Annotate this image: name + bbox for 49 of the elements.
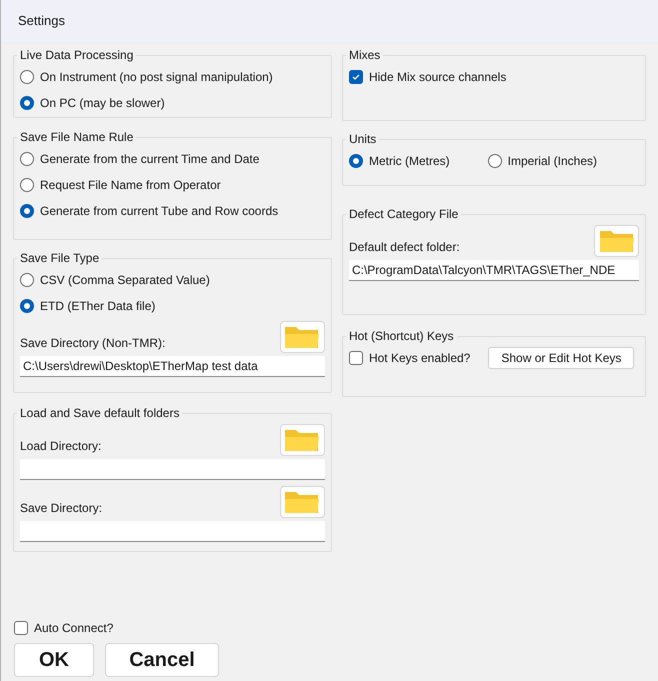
group-title: Hot (Shortcut) Keys [348, 328, 455, 345]
radio-label: On Instrument (no post signal manipulation) [40, 69, 273, 86]
radio-button[interactable] [488, 154, 502, 168]
radio-button[interactable] [20, 299, 34, 313]
field-label: Load Directory: [20, 438, 102, 455]
radio-button[interactable] [20, 204, 34, 218]
group-title: Live Data Processing [19, 47, 134, 64]
hot-keys-button[interactable]: Show or Edit Hot Keys [488, 347, 634, 369]
folder-icon [284, 490, 320, 514]
checkbox[interactable] [348, 70, 363, 84]
checkbox-label: Hot Keys enabled? [368, 350, 470, 367]
path-field[interactable] [20, 459, 325, 480]
field-label: Save Directory: [20, 500, 102, 517]
field-label: Save Directory (Non-TMR): [20, 335, 166, 352]
folder-icon [284, 428, 320, 452]
window-title: Settings [18, 12, 65, 30]
group-title: Mixes [348, 47, 382, 64]
radio-label: CSV (Comma Separated Value) [40, 272, 210, 289]
radio-label: ETD (ETher Data file) [40, 298, 156, 315]
radio-button[interactable] [20, 152, 34, 166]
folder-icon [598, 229, 634, 253]
path-field[interactable]: C:\Users\drewi\Desktop\ETherMap test data [20, 356, 325, 377]
path-field[interactable] [20, 521, 325, 542]
radio-label: Request File Name from Operator [40, 177, 221, 194]
checkbox[interactable] [348, 351, 363, 365]
dialog-button[interactable]: Cancel [105, 643, 219, 677]
radio-label: Imperial (Inches) [508, 153, 597, 170]
radio-label: On PC (may be slower) [40, 95, 165, 112]
group-title: Save File Type [19, 250, 100, 267]
group-title: Units [348, 131, 378, 148]
radio-button[interactable] [348, 154, 363, 168]
field-label: Default defect folder: [348, 239, 460, 256]
radio-label: Generate from current Tube and Row coords [40, 203, 278, 220]
radio-label: Generate from the current Time and Date [40, 151, 260, 168]
path-field[interactable]: C:\ProgramData\Talcyon\TMR\TAGS\ETher_NDE [348, 260, 639, 281]
radio-button[interactable] [20, 96, 34, 110]
radio-button[interactable] [20, 70, 34, 84]
radio-label: Metric (Metres) [368, 153, 450, 170]
dialog-button[interactable]: OK [14, 643, 94, 677]
checkbox-label: Hide Mix source channels [368, 69, 506, 86]
checkbox-label: Auto Connect? [34, 620, 114, 637]
checkbox[interactable] [14, 621, 28, 635]
folder-icon [284, 325, 320, 349]
group-title: Defect Category File [348, 206, 460, 223]
group-title: Save File Name Rule [19, 129, 134, 146]
check-icon [350, 72, 361, 82]
radio-button[interactable] [20, 273, 34, 287]
radio-button[interactable] [20, 178, 34, 192]
group-title: Load and Save default folders [19, 405, 180, 422]
